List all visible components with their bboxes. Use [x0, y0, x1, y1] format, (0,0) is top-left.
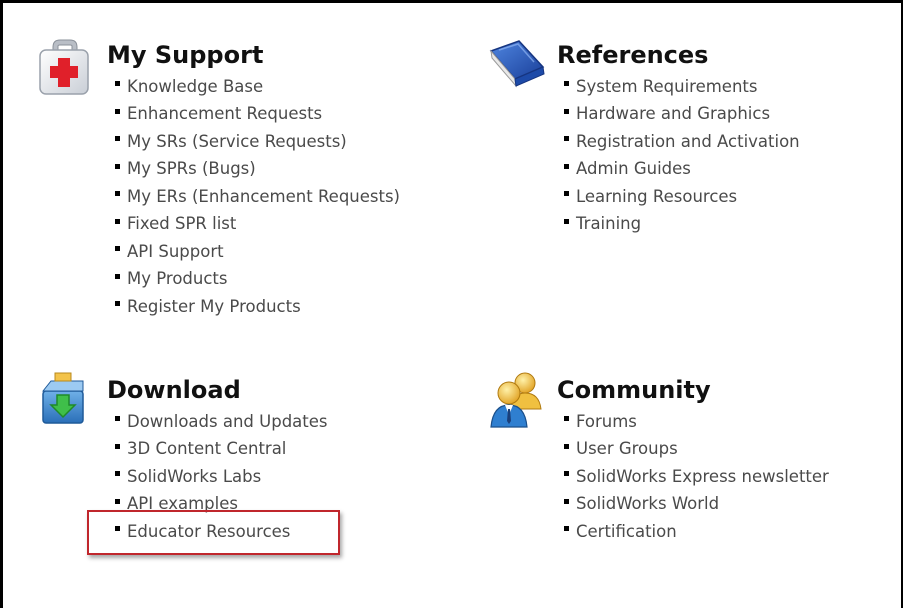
link-my-sprs[interactable]: My SPRs (Bugs) [127, 157, 256, 181]
list-item: 3D Content Central [115, 436, 328, 464]
bullet [564, 81, 569, 87]
link-3d-content-central[interactable]: 3D Content Central [127, 437, 286, 461]
list-item: My SRs (Service Requests) [115, 128, 400, 156]
bullet [115, 273, 120, 279]
bullet [115, 498, 120, 504]
list-item: API Support [115, 238, 400, 266]
bullet [115, 218, 120, 224]
bullet [115, 416, 120, 422]
bullet [564, 416, 569, 422]
link-forums[interactable]: Forums [576, 410, 637, 434]
book-icon [489, 40, 545, 88]
list-item: Admin Guides [564, 156, 800, 184]
list-item: Hardware and Graphics [564, 101, 800, 129]
list-item: Enhancement Requests [115, 101, 400, 129]
download-box-icon [41, 372, 84, 424]
list-item: System Requirements [564, 73, 800, 101]
link-api-support[interactable]: API Support [127, 240, 224, 264]
community-title: Community [557, 376, 711, 404]
list-item: User Groups [564, 436, 829, 464]
link-system-requirements[interactable]: System Requirements [576, 75, 757, 99]
link-enhancement-requests[interactable]: Enhancement Requests [127, 102, 322, 126]
bullet [115, 443, 120, 449]
list-item: SolidWorks Labs [115, 463, 328, 491]
support-portal-panel: My Support Knowledge Base Enhancement Re… [0, 0, 903, 608]
bullet [564, 108, 569, 114]
bullet [115, 163, 120, 169]
bullet [115, 471, 120, 477]
educator-resources-highlight [87, 510, 340, 555]
link-admin-guides[interactable]: Admin Guides [576, 157, 691, 181]
link-my-products[interactable]: My Products [127, 267, 228, 291]
bullet [564, 191, 569, 197]
references-title: References [557, 41, 709, 69]
link-hardware-graphics[interactable]: Hardware and Graphics [576, 102, 770, 126]
list-item: Register My Products [115, 293, 400, 321]
link-express-newsletter[interactable]: SolidWorks Express newsletter [576, 465, 829, 489]
bullet [115, 81, 120, 87]
download-title: Download [107, 376, 241, 404]
list-item: Downloads and Updates [115, 408, 328, 436]
link-user-groups[interactable]: User Groups [576, 437, 678, 461]
bullet [115, 191, 120, 197]
link-downloads-updates[interactable]: Downloads and Updates [127, 410, 328, 434]
bullet [564, 471, 569, 477]
list-item: My Products [115, 266, 400, 294]
bullet [564, 443, 569, 449]
users-icon [490, 372, 542, 428]
list-item: SolidWorks Express newsletter [564, 463, 829, 491]
bullet [564, 526, 569, 532]
link-knowledge-base[interactable]: Knowledge Base [127, 75, 263, 99]
link-certification[interactable]: Certification [576, 520, 677, 544]
link-registration-activation[interactable]: Registration and Activation [576, 130, 800, 154]
community-links: Forums User Groups SolidWorks Express ne… [564, 408, 829, 546]
link-learning-resources[interactable]: Learning Resources [576, 185, 737, 209]
link-training[interactable]: Training [576, 212, 641, 236]
list-item: Certification [564, 518, 829, 546]
list-item: Training [564, 211, 800, 239]
link-solidworks-labs[interactable]: SolidWorks Labs [127, 465, 261, 489]
bullet [564, 498, 569, 504]
bullet [115, 246, 120, 252]
bullet [115, 136, 120, 142]
bullet [564, 163, 569, 169]
list-item: Forums [564, 408, 829, 436]
my-support-title: My Support [107, 41, 264, 69]
list-item: Registration and Activation [564, 128, 800, 156]
list-item: Knowledge Base [115, 73, 400, 101]
list-item: My ERs (Enhancement Requests) [115, 183, 400, 211]
bullet [115, 108, 120, 114]
link-register-my-products[interactable]: Register My Products [127, 295, 301, 319]
link-fixed-spr-list[interactable]: Fixed SPR list [127, 212, 236, 236]
bullet [115, 301, 120, 307]
list-item: Fixed SPR list [115, 211, 400, 239]
list-item: My SPRs (Bugs) [115, 156, 400, 184]
list-item: Learning Resources [564, 183, 800, 211]
list-item: SolidWorks World [564, 491, 829, 519]
link-solidworks-world[interactable]: SolidWorks World [576, 492, 719, 516]
references-links: System Requirements Hardware and Graphic… [564, 73, 800, 238]
link-my-srs[interactable]: My SRs (Service Requests) [127, 130, 347, 154]
bullet [564, 136, 569, 142]
link-my-ers[interactable]: My ERs (Enhancement Requests) [127, 185, 400, 209]
bullet [564, 218, 569, 224]
my-support-links: Knowledge Base Enhancement Requests My S… [115, 73, 400, 321]
first-aid-kit-icon [39, 39, 89, 95]
